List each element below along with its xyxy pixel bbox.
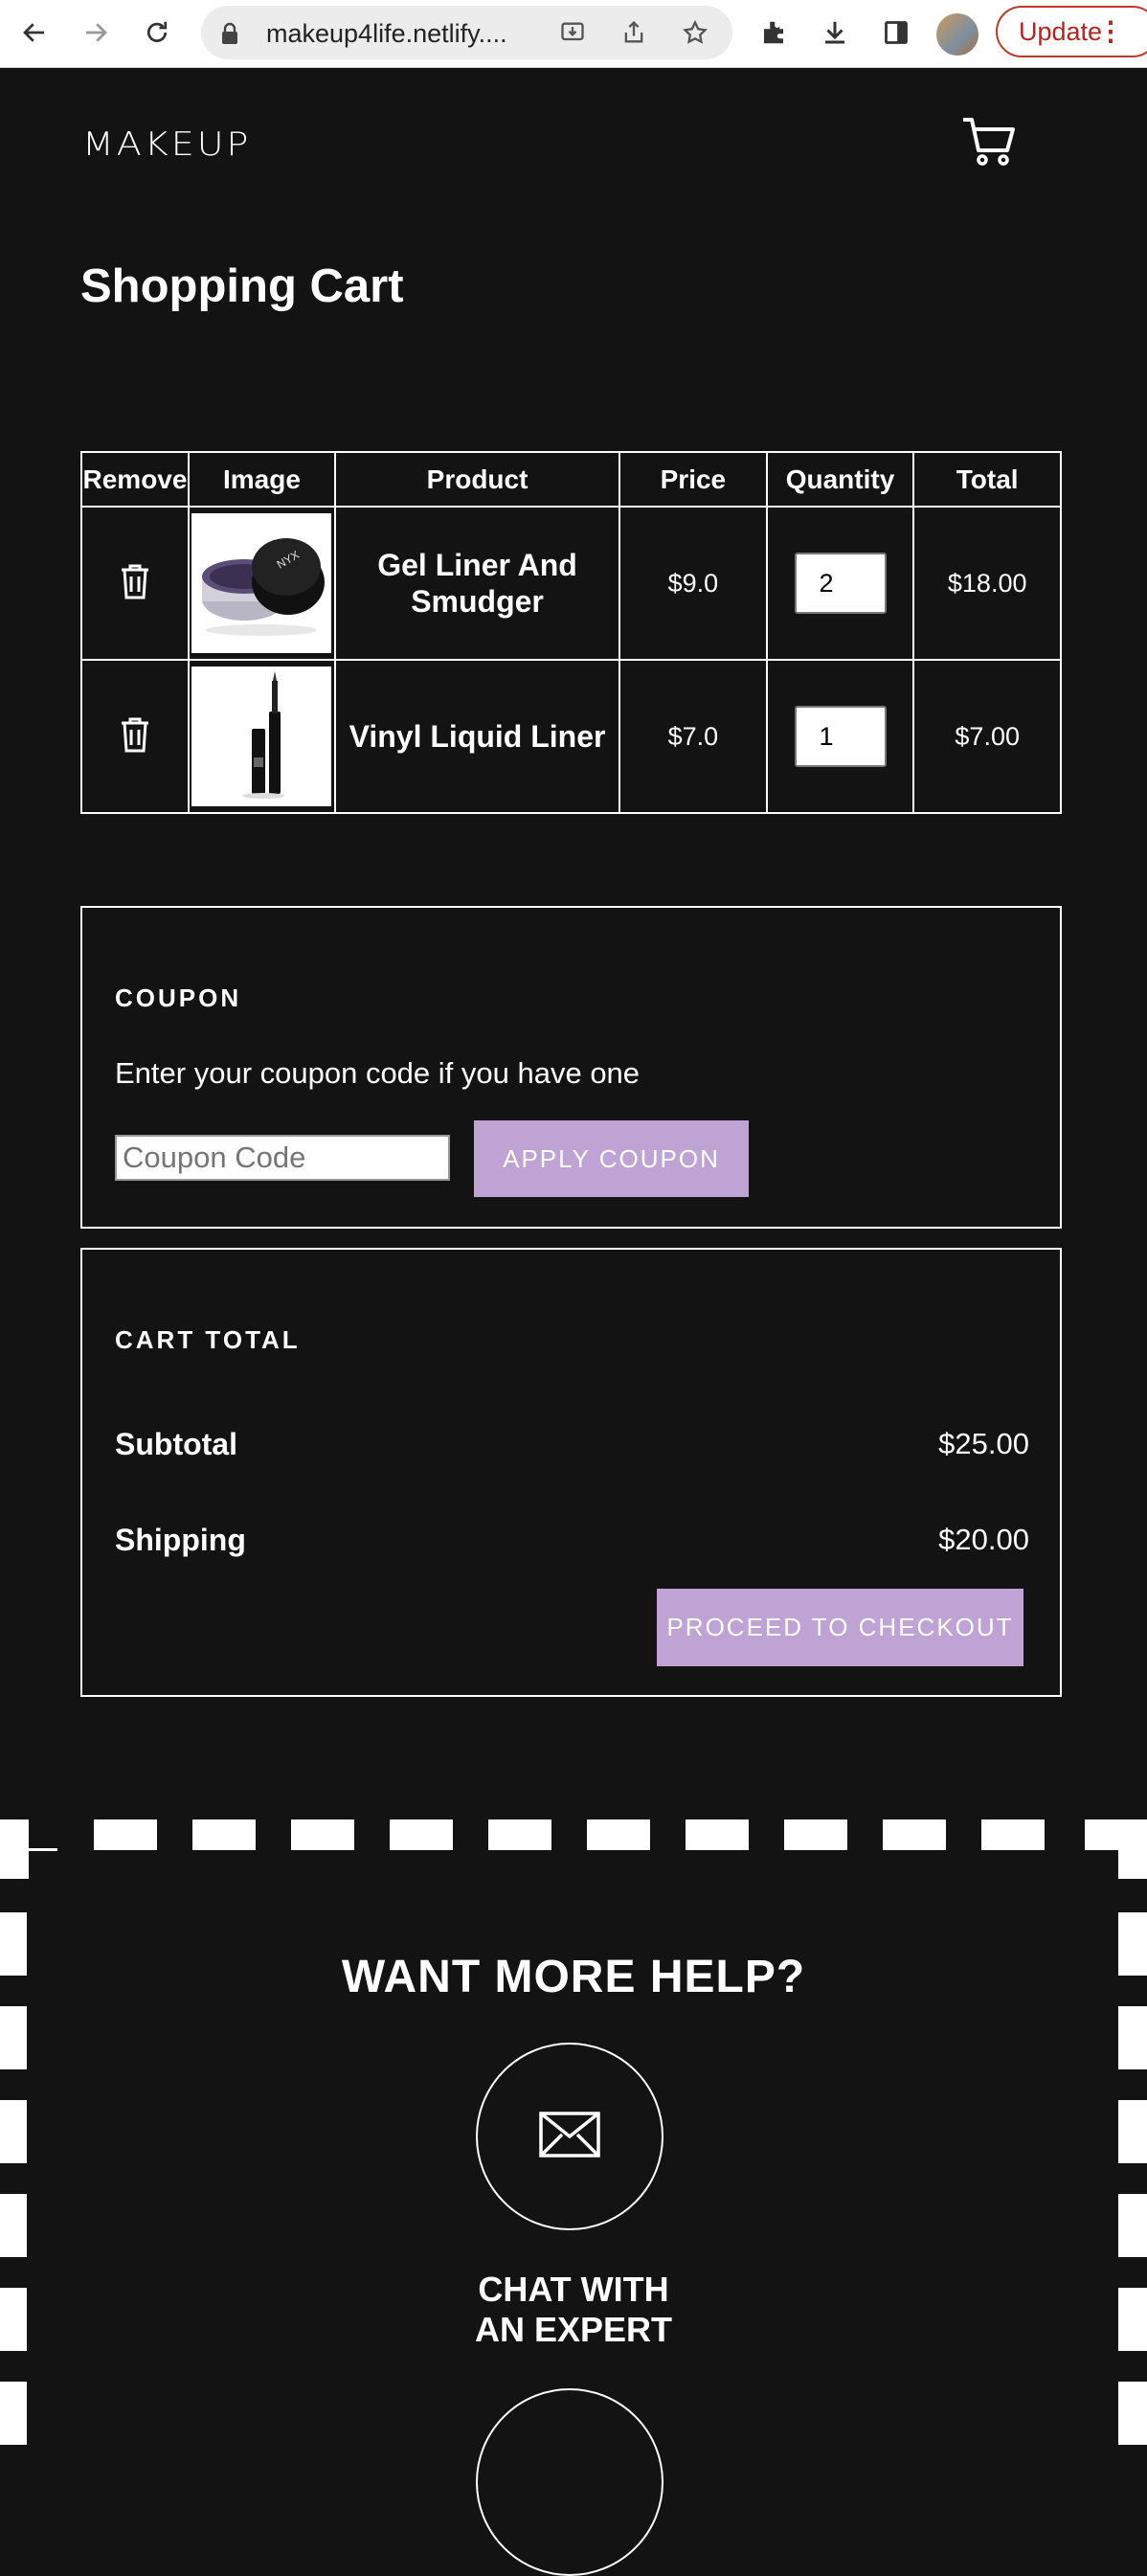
install-icon[interactable] xyxy=(557,17,588,48)
column-header-price: Price xyxy=(618,451,768,508)
profile-avatar[interactable] xyxy=(936,13,978,56)
browser-toolbar: makeup4life.netlify.... Update ⋮ xyxy=(0,0,1147,68)
cart-icon[interactable] xyxy=(959,110,1021,171)
cart-total-heading: CART TOTAL xyxy=(115,1325,301,1354)
line-total: $7.00 xyxy=(912,659,1062,814)
product-image-vinyl-liner xyxy=(191,667,332,806)
page-title: Shopping Cart xyxy=(80,260,404,312)
cart-table: Remove Image Product Price Quantity Tota… xyxy=(80,451,1062,814)
coupon-description: Enter your coupon code if you have one xyxy=(115,1056,641,1090)
column-header-image: Image xyxy=(187,451,336,508)
table-row: NYX Gel Liner And Smudger $9.0 $18.00 xyxy=(80,506,1062,661)
trash-icon[interactable] xyxy=(119,562,151,605)
chat-label-line1: CHAT WITH xyxy=(478,2270,669,2309)
subtotal-label: Subtotal xyxy=(115,1427,237,1461)
table-row: Vinyl Liquid Liner $7.0 $7.00 xyxy=(80,659,1062,814)
share-icon[interactable] xyxy=(618,17,649,48)
site-logo[interactable]: MAKEUP xyxy=(82,125,251,163)
quantity-input[interactable] xyxy=(794,706,887,767)
product-price: $9.0 xyxy=(618,506,768,661)
product-name[interactable]: Gel Liner And Smudger xyxy=(333,506,621,661)
email-circle-button[interactable] xyxy=(476,2043,663,2230)
quantity-input[interactable] xyxy=(794,553,887,614)
product-price: $7.0 xyxy=(618,659,768,814)
coupon-section: COUPON Enter your coupon code if you hav… xyxy=(80,906,1062,1229)
cart-total-section: CART TOTAL Subtotal $25.00 Shipping $20.… xyxy=(80,1248,1062,1697)
url-text: makeup4life.netlify.... xyxy=(266,19,507,48)
update-label: Update xyxy=(1019,16,1103,46)
forward-icon[interactable] xyxy=(77,13,115,52)
address-bar[interactable]: makeup4life.netlify.... xyxy=(201,6,732,59)
chat-with-expert-label[interactable]: CHAT WITH AN EXPERT xyxy=(0,2270,1147,2350)
envelope-icon xyxy=(539,2111,600,2162)
column-header-total: Total xyxy=(912,451,1062,508)
column-header-remove: Remove xyxy=(80,451,190,508)
line-total: $18.00 xyxy=(912,506,1062,661)
coupon-heading: COUPON xyxy=(115,983,242,1012)
trash-icon[interactable] xyxy=(119,715,151,758)
column-header-quantity: Quantity xyxy=(765,451,915,508)
reload-icon[interactable] xyxy=(138,13,176,52)
chat-label-line2: AN EXPERT xyxy=(474,2310,673,2349)
subtotal-value: $25.00 xyxy=(938,1427,1029,1460)
shipping-value: $20.00 xyxy=(938,1523,1029,1556)
proceed-to-checkout-button[interactable]: PROCEED TO CHECKOUT xyxy=(657,1589,1023,1666)
table-header-row: Remove Image Product Price Quantity Tota… xyxy=(80,451,1062,508)
update-button[interactable]: Update ⋮ xyxy=(996,6,1147,57)
lock-icon xyxy=(220,22,239,50)
bookmark-star-icon[interactable] xyxy=(680,17,710,48)
product-image-gel-liner: NYX xyxy=(191,513,332,653)
product-name[interactable]: Vinyl Liquid Liner xyxy=(333,659,621,814)
second-help-circle[interactable] xyxy=(476,2388,663,2576)
more-menu-icon[interactable]: ⋮ xyxy=(1097,15,1124,47)
apply-coupon-button[interactable]: APPLY COUPON xyxy=(474,1120,749,1197)
extensions-icon[interactable] xyxy=(754,13,793,52)
shipping-label: Shipping xyxy=(115,1523,246,1557)
coupon-code-input[interactable] xyxy=(115,1135,450,1181)
column-header-product: Product xyxy=(333,451,621,508)
download-icon[interactable] xyxy=(816,13,854,52)
side-panel-icon[interactable] xyxy=(877,13,915,52)
help-title: WANT MORE HELP? xyxy=(341,1952,806,2002)
back-icon[interactable] xyxy=(15,13,54,52)
